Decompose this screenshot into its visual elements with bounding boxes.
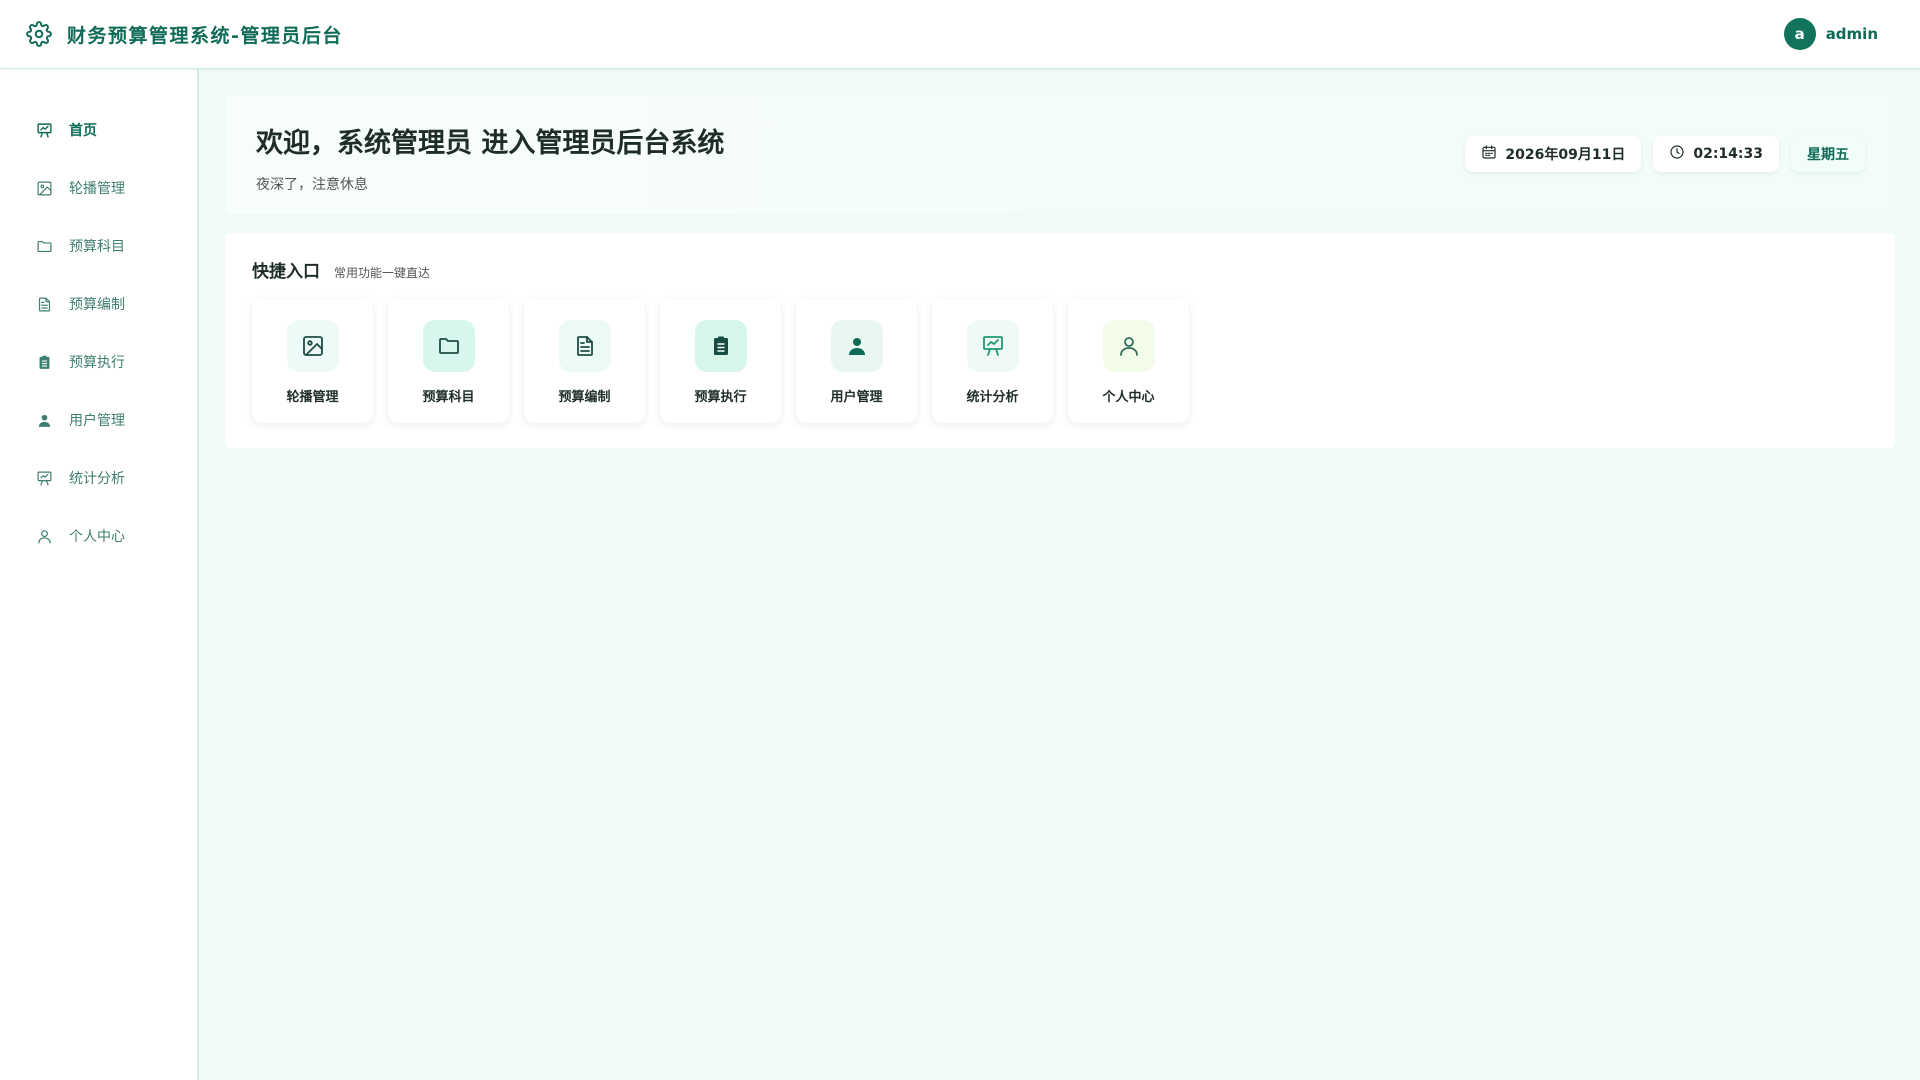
quick-card-label: 统计分析 <box>966 390 1019 405</box>
date-chip: 2026年09月11日 <box>1465 136 1642 172</box>
folder-icon <box>35 237 53 255</box>
sidebar-item-carousel[interactable]: 轮播管理 <box>0 159 197 217</box>
quick-entry-cards: 轮播管理 预算科目 预算编制 预算执行 用户管理 统计分析 个人中心 <box>252 299 1868 423</box>
clipboard-icon <box>694 320 747 372</box>
sidebar-item-budget-execution[interactable]: 预算执行 <box>0 333 197 391</box>
sidebar-item-profile[interactable]: 个人中心 <box>0 507 197 565</box>
quick-card-label: 个人中心 <box>1102 390 1155 405</box>
datetime-chips: 2026年09月11日 02:14:33 星期五 <box>1465 136 1865 172</box>
quick-card-label: 预算编制 <box>558 390 611 405</box>
quick-entry-header: 快捷入口 常用功能一键直达 <box>252 257 1868 282</box>
brand: 财务预算管理系统-管理员后台 <box>25 20 343 48</box>
clipboard-icon <box>35 353 53 371</box>
user-outline-icon <box>35 527 53 545</box>
top-header: 财务预算管理系统-管理员后台 a admin <box>0 0 1920 69</box>
folder-icon <box>422 320 475 372</box>
quick-card-budget-subjects[interactable]: 预算科目 <box>388 299 509 423</box>
sidebar-item-label: 用户管理 <box>69 413 125 429</box>
quick-card-label: 轮播管理 <box>286 390 339 405</box>
user-outline-icon <box>1102 320 1155 372</box>
welcome-subtitle: 夜深了，注意休息 <box>256 177 368 193</box>
user-name[interactable]: admin <box>1826 25 1878 43</box>
sidebar-item-home[interactable]: 首页 <box>0 101 197 159</box>
sidebar-item-label: 预算执行 <box>69 355 125 371</box>
quick-card-profile[interactable]: 个人中心 <box>1068 299 1189 423</box>
sidebar-item-label: 个人中心 <box>69 529 125 545</box>
sidebar-item-label: 预算编制 <box>69 297 125 313</box>
quick-card-carousel[interactable]: 轮播管理 <box>252 299 373 423</box>
date-text: 2026年09月11日 <box>1505 147 1626 163</box>
quick-card-label: 预算执行 <box>694 390 747 405</box>
user-menu[interactable]: a admin <box>1783 18 1878 50</box>
sidebar: 首页 轮播管理 预算科目 预算编制 预算执行 用户管理 统计分析 个人中心 <box>0 69 199 1080</box>
image-icon <box>286 320 339 372</box>
sidebar-item-users[interactable]: 用户管理 <box>0 391 197 449</box>
calendar-icon <box>1481 144 1497 164</box>
time-text: 02:14:33 <box>1693 146 1763 162</box>
sidebar-item-budget-compile[interactable]: 预算编制 <box>0 275 197 333</box>
app-title: 财务预算管理系统-管理员后台 <box>67 24 343 47</box>
weekday-text: 星期五 <box>1807 147 1849 163</box>
sidebar-item-label: 轮播管理 <box>69 181 125 197</box>
quick-card-budget-execution[interactable]: 预算执行 <box>660 299 781 423</box>
quick-card-label: 预算科目 <box>422 390 475 405</box>
quick-card-users[interactable]: 用户管理 <box>796 299 917 423</box>
sidebar-item-budget-subjects[interactable]: 预算科目 <box>0 217 197 275</box>
quick-entry-title: 快捷入口 <box>252 262 320 282</box>
presentation-icon <box>35 469 53 487</box>
quick-entry-panel: 快捷入口 常用功能一键直达 轮播管理 预算科目 预算编制 预算执行 用户管理 统… <box>225 233 1895 448</box>
presentation-icon <box>35 121 53 139</box>
welcome-panel: 欢迎，系统管理员 进入管理员后台系统 夜深了，注意休息 2026年09月11日 … <box>225 95 1895 214</box>
quick-card-budget-compile[interactable]: 预算编制 <box>524 299 645 423</box>
document-icon <box>558 320 611 372</box>
user-icon <box>830 320 883 372</box>
presentation-icon <box>966 320 1019 372</box>
sidebar-item-statistics[interactable]: 统计分析 <box>0 449 197 507</box>
clock-icon <box>1669 144 1685 164</box>
weekday-chip: 星期五 <box>1791 136 1865 172</box>
quick-entry-subtitle: 常用功能一键直达 <box>334 266 431 280</box>
image-icon <box>35 179 53 197</box>
user-icon <box>35 411 53 429</box>
avatar[interactable]: a <box>1783 18 1816 50</box>
sidebar-item-label: 统计分析 <box>69 471 125 487</box>
quick-card-statistics[interactable]: 统计分析 <box>932 299 1053 423</box>
time-chip: 02:14:33 <box>1653 136 1779 172</box>
gear-icon[interactable] <box>25 20 53 48</box>
sidebar-item-label: 首页 <box>69 123 97 139</box>
document-icon <box>35 295 53 313</box>
quick-card-label: 用户管理 <box>830 390 883 405</box>
sidebar-item-label: 预算科目 <box>69 239 125 255</box>
